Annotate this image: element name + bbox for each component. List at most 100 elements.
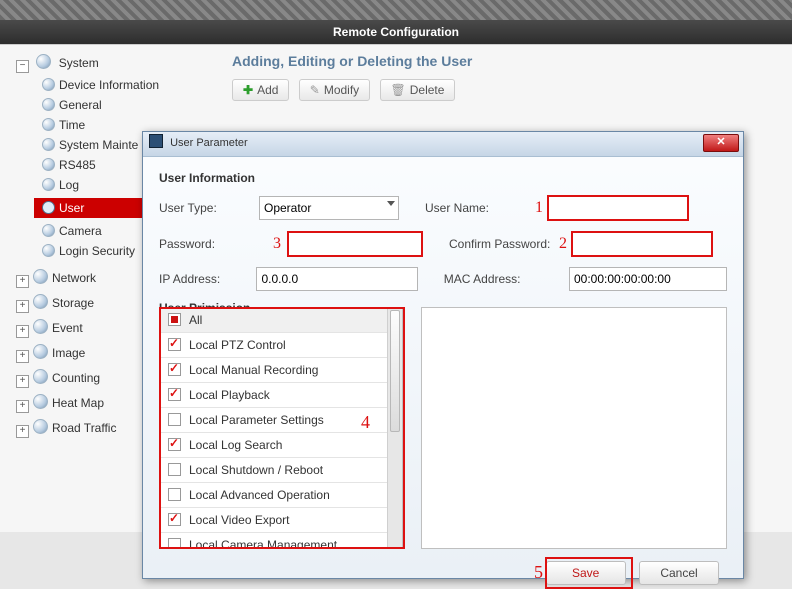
user-name-input[interactable] bbox=[547, 195, 689, 221]
app-icon bbox=[149, 134, 163, 148]
expand-icon[interactable]: + bbox=[16, 375, 29, 388]
user-parameter-dialog: User Parameter ✕ User Information User T… bbox=[142, 131, 744, 579]
section-user-info: User Information bbox=[159, 171, 727, 185]
tree-item-device-information[interactable]: Device Information bbox=[34, 75, 216, 95]
permission-local-log-search[interactable]: Local Log Search bbox=[160, 433, 402, 458]
node-icon bbox=[42, 178, 55, 191]
permission-label: Local Manual Recording bbox=[189, 363, 318, 377]
node-icon bbox=[42, 158, 55, 171]
modify-button[interactable]: ✎Modify bbox=[299, 79, 370, 101]
permission-local-ptz-control[interactable]: Local PTZ Control bbox=[160, 333, 402, 358]
globe-icon bbox=[36, 54, 51, 69]
permission-local-advanced-operation[interactable]: Local Advanced Operation bbox=[160, 483, 402, 508]
row-user-type-name: User Type: User Name: 1 bbox=[159, 195, 727, 221]
node-icon bbox=[42, 201, 55, 214]
content-area: − System Device InformationGeneralTimeSy… bbox=[0, 44, 792, 532]
delete-button[interactable]: 🗑Delete bbox=[380, 79, 456, 101]
permission-label: Local Playback bbox=[189, 388, 270, 402]
tree-label: Storage bbox=[52, 296, 94, 310]
save-button[interactable]: Save bbox=[546, 561, 626, 585]
checkbox-icon[interactable] bbox=[168, 488, 181, 501]
permission-local-parameter-settings[interactable]: Local Parameter Settings bbox=[160, 408, 402, 433]
globe-icon bbox=[33, 394, 48, 409]
mac-address-input[interactable] bbox=[569, 267, 727, 291]
globe-icon bbox=[33, 369, 48, 384]
expand-icon[interactable]: + bbox=[16, 325, 29, 338]
permission-local-manual-recording[interactable]: Local Manual Recording bbox=[160, 358, 402, 383]
password-label: Password: bbox=[159, 237, 259, 251]
tree-label: Log bbox=[59, 178, 79, 192]
confirm-password-input[interactable] bbox=[571, 231, 713, 257]
expand-icon[interactable]: + bbox=[16, 275, 29, 288]
permission-local-playback[interactable]: Local Playback bbox=[160, 383, 402, 408]
chevron-down-icon bbox=[387, 201, 395, 206]
page-heading: Adding, Editing or Deleting the User bbox=[232, 53, 472, 69]
checkbox-icon[interactable] bbox=[168, 538, 181, 549]
annotation-2: 2 bbox=[559, 235, 567, 253]
permission-label: Local Shutdown / Reboot bbox=[189, 463, 323, 477]
permission-local-shutdown-reboot[interactable]: Local Shutdown / Reboot bbox=[160, 458, 402, 483]
node-icon bbox=[42, 138, 55, 151]
permission-local-camera-management[interactable]: Local Camera Management bbox=[160, 533, 402, 549]
permission-list[interactable]: All Local PTZ Control Local Manual Recordi… bbox=[159, 307, 403, 549]
permission-all[interactable]: All bbox=[160, 308, 402, 333]
ip-address-input[interactable] bbox=[256, 267, 418, 291]
expand-icon[interactable]: + bbox=[16, 425, 29, 438]
expand-icon[interactable]: + bbox=[16, 300, 29, 313]
tree-label: Login Security bbox=[59, 244, 135, 258]
tree-label: System bbox=[59, 56, 99, 70]
checkbox-icon[interactable] bbox=[168, 388, 181, 401]
tree-label: RS485 bbox=[59, 158, 96, 172]
row-ip-mac: IP Address: MAC Address: bbox=[159, 267, 727, 291]
tree-label: Time bbox=[59, 118, 85, 132]
node-icon bbox=[42, 224, 55, 237]
permission-local-video-export[interactable]: Local Video Export bbox=[160, 508, 402, 533]
dialog-titlebar[interactable]: User Parameter ✕ bbox=[143, 132, 743, 157]
scrollbar[interactable] bbox=[387, 308, 402, 548]
tree-item-general[interactable]: General bbox=[34, 95, 216, 115]
annotation-3: 3 bbox=[259, 235, 281, 253]
confirm-password-label: Confirm Password: bbox=[449, 237, 559, 251]
permission-label: Local Video Export bbox=[189, 513, 290, 527]
collapse-icon[interactable]: − bbox=[16, 60, 29, 73]
checkbox-icon[interactable] bbox=[168, 363, 181, 376]
cancel-button[interactable]: Cancel bbox=[639, 561, 719, 585]
tree-label: Network bbox=[52, 271, 96, 285]
permission-label: Local Log Search bbox=[189, 438, 282, 452]
checkbox-icon[interactable] bbox=[168, 463, 181, 476]
ip-address-label: IP Address: bbox=[159, 272, 256, 286]
permission-label: All bbox=[189, 313, 202, 327]
expand-icon[interactable]: + bbox=[16, 350, 29, 363]
checkbox-icon[interactable] bbox=[168, 338, 181, 351]
plus-icon: ✚ bbox=[243, 83, 253, 97]
checkbox-icon[interactable] bbox=[168, 438, 181, 451]
annotation-1: 1 bbox=[535, 199, 543, 217]
expand-icon[interactable]: + bbox=[16, 400, 29, 413]
permission-label: Local Camera Management bbox=[189, 538, 337, 549]
permission-label: Local Parameter Settings bbox=[189, 413, 324, 427]
tree-label: User bbox=[59, 201, 84, 215]
btn-label: Add bbox=[257, 83, 278, 97]
scrollbar-thumb[interactable] bbox=[390, 310, 400, 432]
add-button[interactable]: ✚ Add bbox=[232, 79, 289, 101]
permission-detail-panel bbox=[421, 307, 727, 549]
globe-icon bbox=[33, 294, 48, 309]
user-type-value[interactable] bbox=[259, 196, 399, 220]
close-button[interactable]: ✕ bbox=[703, 134, 739, 152]
tree-label: Image bbox=[52, 346, 85, 360]
checkbox-icon[interactable] bbox=[168, 413, 181, 426]
user-name-label: User Name: bbox=[425, 201, 535, 215]
globe-icon bbox=[33, 319, 48, 334]
checkbox-icon[interactable] bbox=[168, 513, 181, 526]
checkbox-icon[interactable] bbox=[168, 313, 181, 326]
row-password: Password: 3 Confirm Password: 2 bbox=[159, 231, 727, 257]
user-type-select[interactable] bbox=[259, 196, 399, 220]
tree-label: Counting bbox=[52, 371, 100, 385]
user-type-label: User Type: bbox=[159, 201, 259, 215]
pencil-icon: ✎ bbox=[310, 83, 320, 97]
permission-label: Local PTZ Control bbox=[189, 338, 286, 352]
tree-label: Device Information bbox=[59, 78, 159, 92]
btn-label: Delete bbox=[410, 83, 445, 97]
mac-address-label: MAC Address: bbox=[444, 272, 551, 286]
password-input[interactable] bbox=[287, 231, 423, 257]
